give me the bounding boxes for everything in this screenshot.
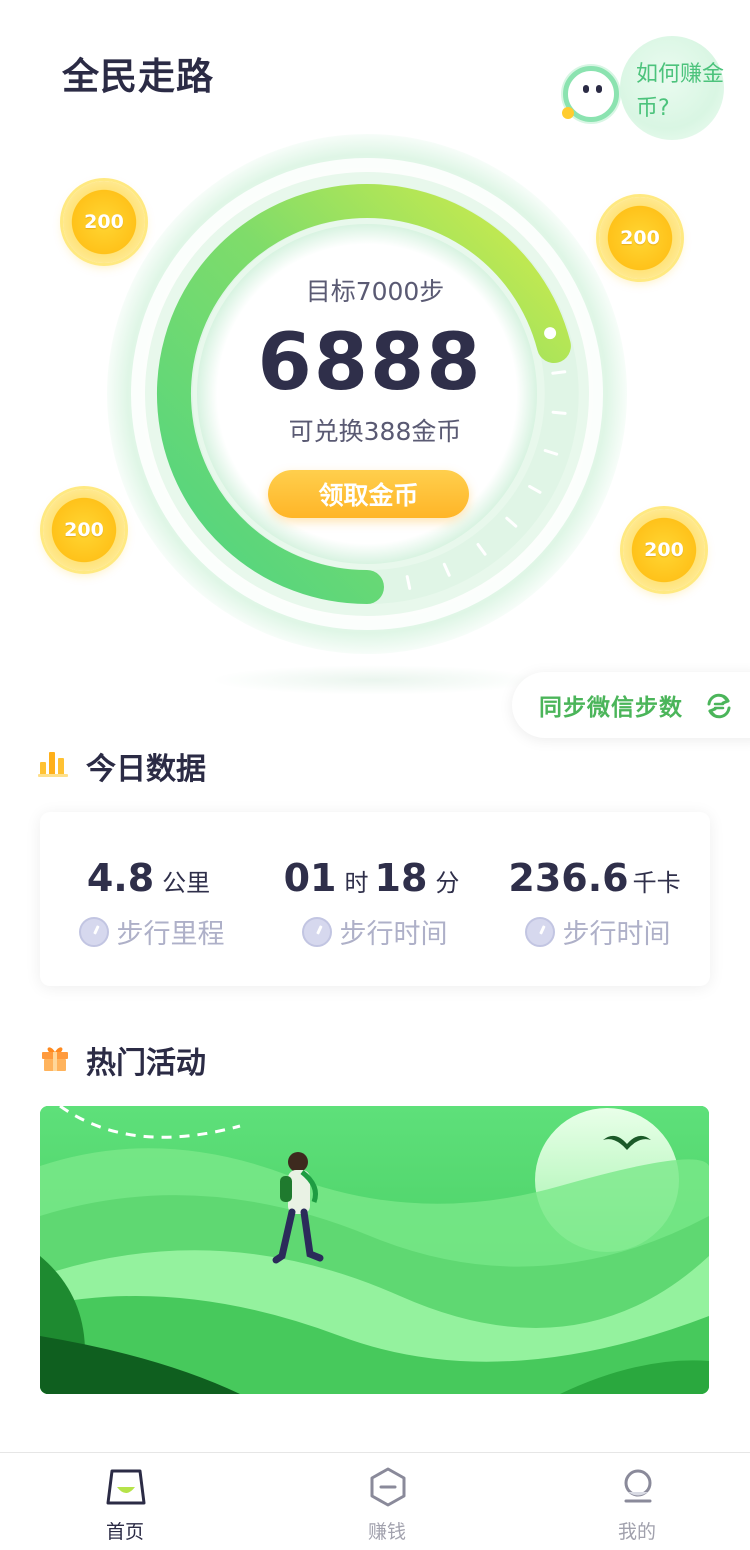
goal-label: 目标7000步 [305, 277, 445, 306]
coin-bubble[interactable]: 200 [623, 509, 705, 591]
exchange-label: 可兑换388金币 [288, 417, 462, 446]
clock-icon [524, 916, 555, 947]
stat-unit: 千卡 [632, 869, 681, 897]
mascot-icon[interactable] [562, 66, 619, 122]
clock-icon [301, 916, 332, 947]
stat-value: 01 [283, 856, 337, 900]
stat-distance: 4.8 公里 步行里程 [40, 812, 263, 986]
clock-icon [78, 916, 109, 947]
stat-value: 18 [374, 856, 428, 900]
app-title: 全民走路 [62, 55, 214, 98]
hexagon-coin-icon [370, 1467, 406, 1507]
activity-banner[interactable] [40, 1106, 709, 1394]
stat-unit: 公里 [162, 869, 211, 897]
today-data-title: 今日数据 [86, 752, 206, 787]
stat-value: 236.6 [508, 856, 629, 900]
today-stats-card: 4.8 公里 步行里程 01 时 18 分 步行时间 236.6 千卡 步行时间 [40, 812, 710, 986]
stat-label: 步行时间 [562, 919, 671, 950]
tab-earn[interactable]: 赚钱 [262, 1453, 512, 1550]
stat-calories: 236.6 千卡 步行时间 [486, 812, 709, 986]
sync-label: 同步微信步数 [539, 695, 683, 721]
stat-value: 4.8 [86, 856, 155, 900]
stat-unit: 时 [344, 869, 369, 897]
gift-icon [42, 1047, 68, 1071]
stat-label: 步行里程 [116, 919, 225, 950]
stat-duration: 01 时 18 分 步行时间 [263, 812, 486, 986]
refresh-icon [707, 693, 731, 719]
home-icon [106, 1469, 146, 1505]
stat-label: 步行时间 [339, 919, 448, 950]
coin-amount: 200 [64, 519, 104, 541]
profile-icon [624, 1469, 652, 1503]
tab-label: 我的 [617, 1521, 656, 1543]
tab-label: 赚钱 [367, 1521, 406, 1543]
tab-label: 首页 [105, 1521, 144, 1543]
stat-unit: 分 [435, 869, 460, 897]
tab-profile[interactable]: 我的 [512, 1453, 750, 1550]
sync-wechat-steps-button[interactable]: 同步微信步数 [512, 672, 750, 738]
tab-home[interactable]: 首页 [0, 1453, 250, 1550]
claim-coins-button[interactable]: 领取金币 [268, 470, 469, 518]
step-count: 6888 [257, 318, 483, 408]
bottom-tab-bar: 首页 赚钱 我的 [0, 1452, 750, 1550]
ring-shadow [210, 665, 540, 695]
help-link[interactable]: 如何赚金币? [636, 58, 726, 126]
coin-amount: 200 [644, 539, 684, 561]
bar-chart-icon [38, 752, 68, 777]
hot-activities-title: 热门活动 [86, 1046, 206, 1081]
